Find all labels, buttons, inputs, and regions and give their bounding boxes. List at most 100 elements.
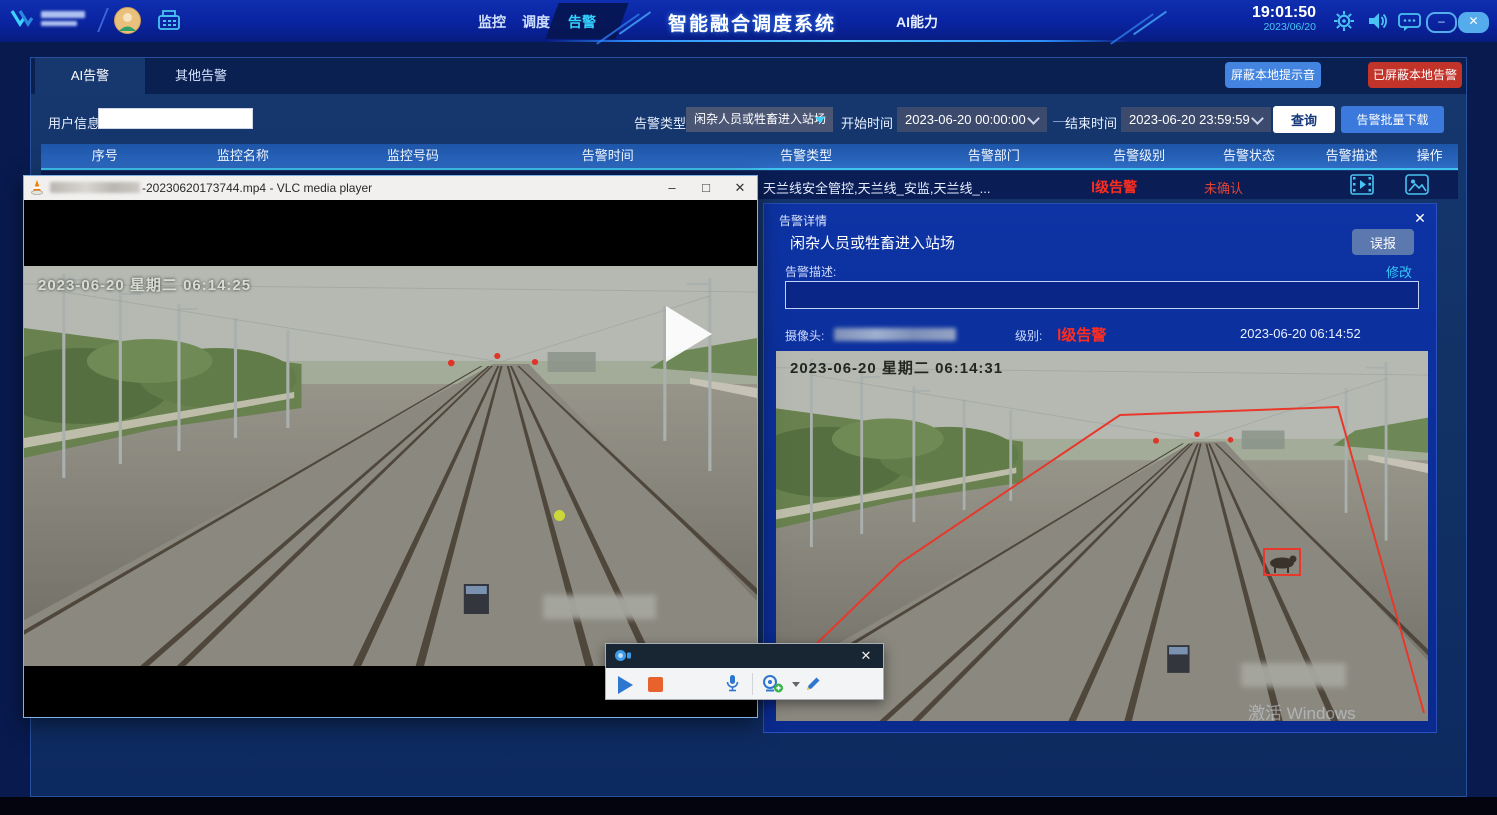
mute-local-sound-button[interactable]: 屏蔽本地提示音 [1225, 62, 1321, 88]
windows-activation-watermark: 激活 Windows [1248, 699, 1356, 724]
footer-strip [0, 797, 1497, 815]
snapshot-timestamp: 2023-06-20 星期二 06:14:31 [790, 357, 1003, 378]
user-info-label: 用户信息 [48, 113, 100, 132]
webcam-icon [614, 649, 632, 667]
query-button[interactable]: 查询 [1273, 106, 1335, 133]
divider [97, 8, 109, 32]
row-status: 未确认 [1204, 178, 1243, 197]
row-department: 天兰线安全管控,天兰线_安监,天兰线_... [763, 178, 991, 197]
vlc-close-button[interactable]: ✕ [723, 176, 757, 200]
close-button[interactable]: ✕ [1458, 12, 1489, 33]
vlc-minimize-button[interactable]: – [655, 176, 689, 200]
video-frame: 2023-06-20 星期二 06:14:25 [24, 266, 757, 666]
vlc-maximize-button[interactable]: □ [689, 176, 723, 200]
nav-item-ai[interactable]: AI能力 [896, 12, 938, 32]
speaker-icon[interactable] [1366, 10, 1388, 37]
vlc-video-area[interactable]: 2023-06-20 星期二 06:14:25 [24, 200, 757, 717]
modify-link[interactable]: 修改 [1386, 262, 1412, 281]
mic-icon[interactable] [724, 674, 741, 698]
vlc-cone-icon [30, 179, 44, 201]
video-timestamp: 2023-06-20 星期二 06:14:25 [38, 274, 251, 295]
play-button[interactable] [618, 676, 633, 694]
avatar-icon[interactable] [114, 7, 141, 34]
pencil-icon[interactable] [804, 674, 823, 698]
chevron-down-icon [815, 117, 825, 123]
webcam-add-icon[interactable] [762, 674, 784, 699]
brand-wordmark [41, 11, 85, 26]
minimize-button[interactable]: – [1426, 12, 1457, 33]
clock-time: 19:01:50 [1238, 4, 1316, 22]
clock-date: 2023/06/20 [1238, 22, 1316, 34]
end-time-value: 2023-06-20 23:59:59 [1129, 112, 1250, 127]
recording-toolbar-titlebar[interactable]: ✕ [606, 644, 883, 668]
alarm-description-input[interactable] [785, 281, 1419, 309]
filter-bar: 用户信息 告警类型 闲杂人员或牲畜进入站场 开始时间 2023-06-20 00… [31, 106, 1466, 138]
vlc-window: -20230620173744.mp4 - VLC media player –… [23, 175, 758, 718]
image-icon[interactable] [1405, 174, 1429, 200]
divider [752, 673, 753, 695]
description-label: 告警描述: [785, 263, 836, 280]
nav-item-monitor[interactable]: 监控 [478, 12, 506, 32]
chevron-down-icon [1251, 112, 1264, 125]
user-info-input[interactable] [98, 108, 253, 129]
marker-dot [554, 510, 565, 521]
col-alarm-department: 告警部门 [905, 144, 1082, 168]
gear-icon[interactable] [1333, 10, 1355, 37]
message-icon[interactable] [1398, 11, 1422, 37]
tab-ai-alarm[interactable]: AI告警 [35, 58, 145, 94]
false-report-button[interactable]: 误报 [1352, 229, 1414, 255]
col-actions: 操作 [1401, 144, 1458, 168]
fax-icon[interactable] [156, 8, 182, 39]
play-overlay-icon[interactable] [666, 306, 712, 362]
chevron-down-icon [1027, 112, 1040, 125]
detail-alarm-type: 闲杂人员或牲畜进入站场 [790, 232, 955, 253]
recording-toolbar: ✕ [605, 643, 884, 700]
batch-download-button[interactable]: 告警批量下载 [1341, 106, 1444, 133]
brand-logo [10, 6, 85, 30]
clock: 19:01:50 2023/06/20 [1238, 4, 1316, 33]
level-label: 级别: [1015, 327, 1042, 344]
end-time-picker[interactable]: 2023-06-20 23:59:59 [1121, 107, 1271, 132]
nav-item-dispatch[interactable]: 调度 [522, 12, 550, 32]
redacted-text [1241, 663, 1346, 687]
vlc-window-title: -20230620173744.mp4 - VLC media player [50, 181, 372, 195]
app-title: 智能融合调度系统 [652, 9, 852, 36]
app-window: 监控 调度 告警 智能融合调度系统 AI能力 19:01:50 2023/06/… [0, 0, 1497, 815]
stop-button[interactable] [648, 677, 663, 692]
start-time-picker[interactable]: 2023-06-20 00:00:00 [897, 107, 1047, 132]
redacted-text [50, 182, 140, 193]
row-level: Ⅰ级告警 [1091, 177, 1137, 197]
alarm-type-label: 告警类型 [634, 113, 686, 132]
close-icon[interactable]: ✕ [1410, 208, 1430, 228]
col-alarm-desc: 告警描述 [1302, 144, 1401, 168]
alarm-type-select[interactable]: 闲杂人员或牲畜进入站场 [686, 107, 833, 132]
col-seq: 序号 [41, 144, 169, 168]
start-time-value: 2023-06-20 00:00:00 [905, 112, 1026, 127]
top-bar: 监控 调度 告警 智能融合调度系统 AI能力 19:01:50 2023/06/… [0, 0, 1497, 42]
detail-title: 告警详情 [779, 212, 827, 229]
col-monitor-name: 监控名称 [169, 144, 318, 168]
redacted-text [834, 328, 956, 341]
camera-label: 摄像头: [785, 327, 824, 344]
detected-animal [1270, 556, 1297, 574]
col-alarm-status: 告警状态 [1196, 144, 1302, 168]
local-alarm-muted-button[interactable]: 已屏蔽本地告警 [1368, 62, 1462, 88]
close-icon[interactable]: ✕ [857, 647, 875, 665]
decorative-line [548, 40, 1128, 42]
end-time-label: 结束时间 [1065, 113, 1117, 132]
table-header: 序号 监控名称 监控号码 告警时间 告警类型 告警部门 告警级别 告警状态 告警… [41, 144, 1458, 170]
redacted-text [543, 595, 656, 619]
start-time-label: 开始时间 [841, 113, 893, 132]
video-icon[interactable] [1350, 174, 1374, 200]
vlc-titlebar[interactable]: -20230620173744.mp4 - VLC media player –… [24, 176, 757, 200]
chevron-down-icon[interactable] [792, 682, 800, 687]
tab-other-alarm[interactable]: 其他告警 [145, 58, 257, 94]
brand-chevron-icon [10, 6, 36, 30]
col-alarm-level: 告警级别 [1082, 144, 1195, 168]
alarm-type-value: 闲杂人员或牲畜进入站场 [694, 112, 826, 126]
nav-item-alarm[interactable]: 告警 [568, 12, 596, 32]
col-alarm-time: 告警时间 [509, 144, 707, 168]
level-value: Ⅰ级告警 [1057, 324, 1106, 345]
col-monitor-number: 监控号码 [317, 144, 508, 168]
recording-toolbar-body [606, 668, 883, 699]
